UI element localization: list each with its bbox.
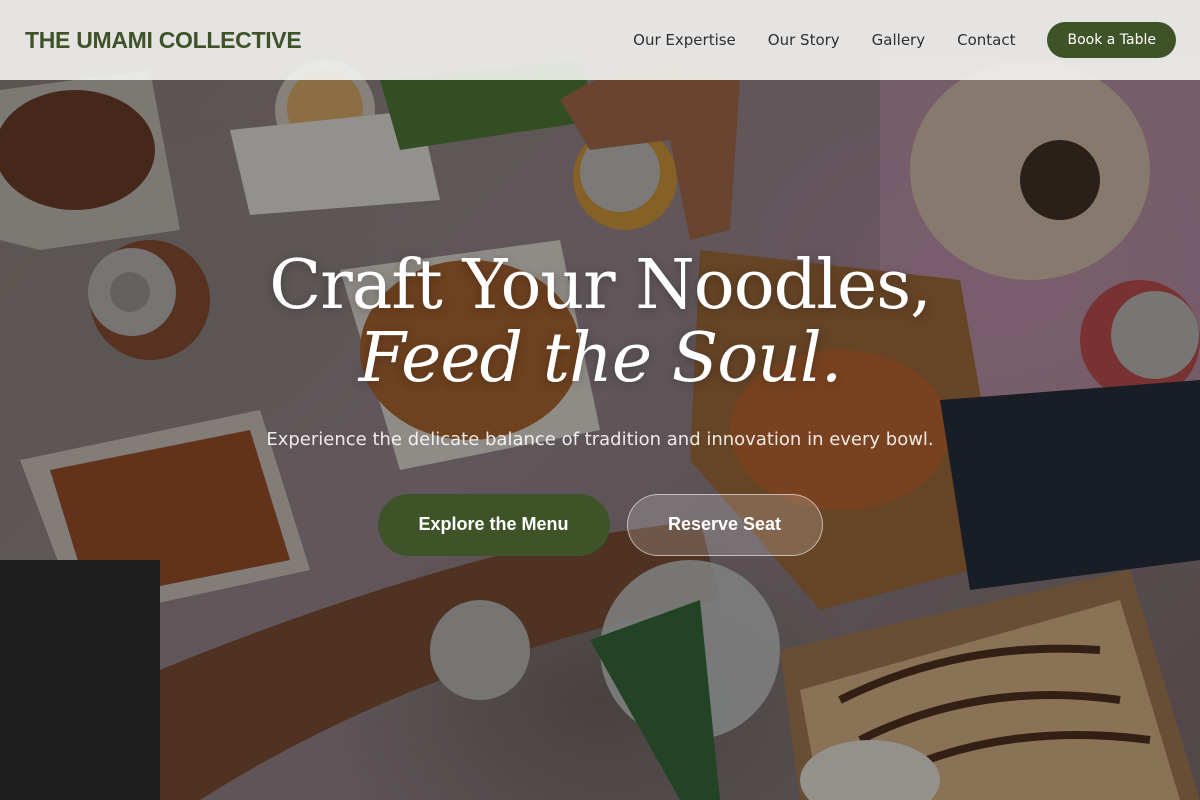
hero-cta-group: Explore the Menu Reserve Seat (0, 493, 1200, 556)
hero-headline: Craft Your Noodles, Feed the Soul. (0, 250, 1200, 395)
nav-link-gallery[interactable]: Gallery (872, 31, 925, 49)
book-table-button[interactable]: Book a Table (1047, 22, 1176, 58)
main-nav: Our Expertise Our Story Gallery Contact … (633, 22, 1176, 58)
top-navbar: THE UMAMI COLLECTIVE Our Expertise Our S… (0, 0, 1200, 80)
headline-line-2: Feed the Soul. (358, 319, 843, 399)
reserve-seat-button[interactable]: Reserve Seat (626, 493, 823, 556)
brand-logo[interactable]: THE UMAMI COLLECTIVE (25, 27, 302, 54)
hero-subtitle: Experience the delicate balance of tradi… (266, 428, 934, 450)
nav-link-contact[interactable]: Contact (957, 31, 1015, 49)
nav-link-our-expertise[interactable]: Our Expertise (633, 31, 736, 49)
headline-line-1: Craft Your Noodles, (269, 246, 931, 325)
hero-content: Craft Your Noodles, Feed the Soul. Exper… (0, 250, 1200, 556)
nav-link-our-story[interactable]: Our Story (768, 31, 840, 49)
explore-menu-button[interactable]: Explore the Menu (377, 493, 610, 556)
